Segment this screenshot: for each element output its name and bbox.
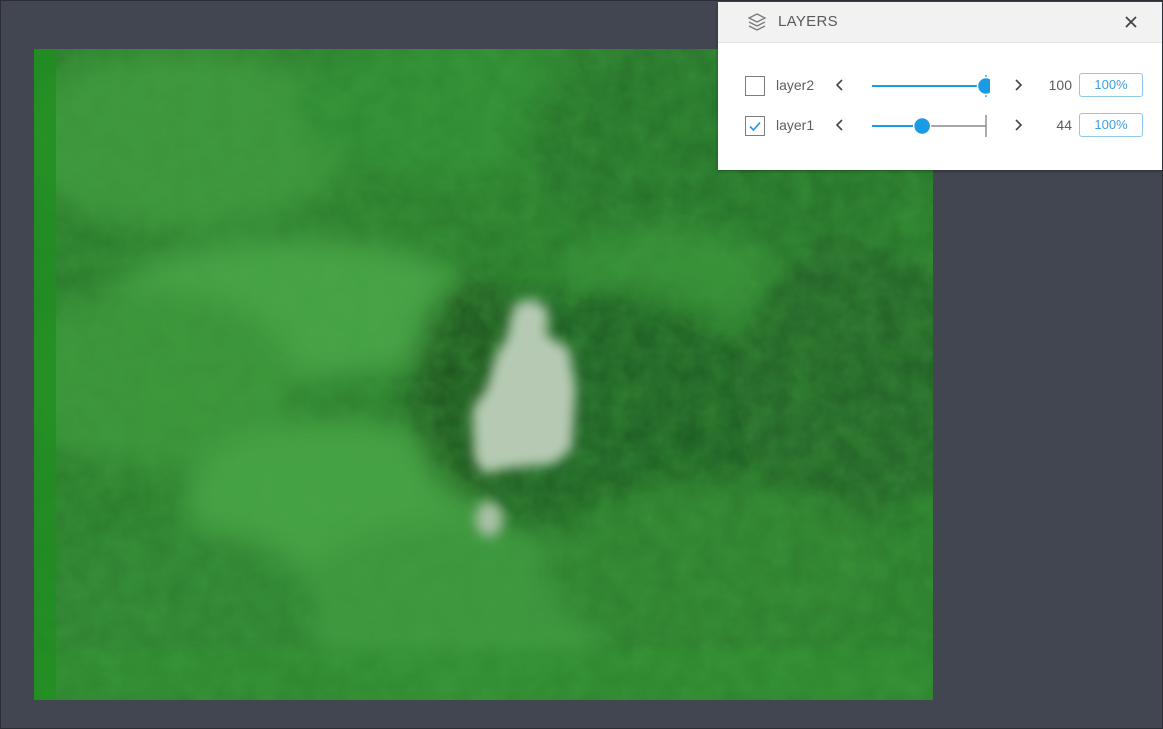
chevron-right-icon[interactable] (1008, 75, 1028, 95)
chevron-right-icon[interactable] (1008, 115, 1028, 135)
chevron-left-icon[interactable] (830, 75, 850, 95)
chevron-left-icon[interactable] (830, 115, 850, 135)
layer-row-layer2: layer2 100 100% (718, 69, 1162, 103)
layer2-opacity-button[interactable]: 100% (1079, 73, 1143, 97)
layer2-label: layer2 (776, 77, 815, 93)
layer1-opacity-slider[interactable] (870, 111, 990, 141)
layers-icon (747, 13, 767, 31)
layer1-visibility-checkbox[interactable] (745, 116, 765, 136)
slider-thumb (912, 116, 932, 136)
panel-header: LAYERS (718, 2, 1162, 43)
layer1-opacity-value: 44 (1056, 117, 1072, 133)
close-icon[interactable] (1120, 11, 1142, 33)
layer1-opacity-button[interactable]: 100% (1079, 113, 1143, 137)
layer1-label: layer1 (776, 117, 815, 133)
slider-thumb (976, 76, 990, 96)
layers-panel: LAYERS layer2 100 100% layer1 44 100% (718, 2, 1162, 170)
layer2-opacity-value: 100 (1048, 77, 1072, 93)
panel-title: LAYERS (778, 13, 838, 30)
app-frame: LAYERS layer2 100 100% layer1 44 100% (0, 0, 1163, 729)
layer2-opacity-slider[interactable] (870, 71, 990, 101)
checkmark-icon (749, 121, 761, 132)
layer2-visibility-checkbox[interactable] (745, 76, 765, 96)
layer-row-layer1: layer1 44 100% (718, 109, 1162, 143)
